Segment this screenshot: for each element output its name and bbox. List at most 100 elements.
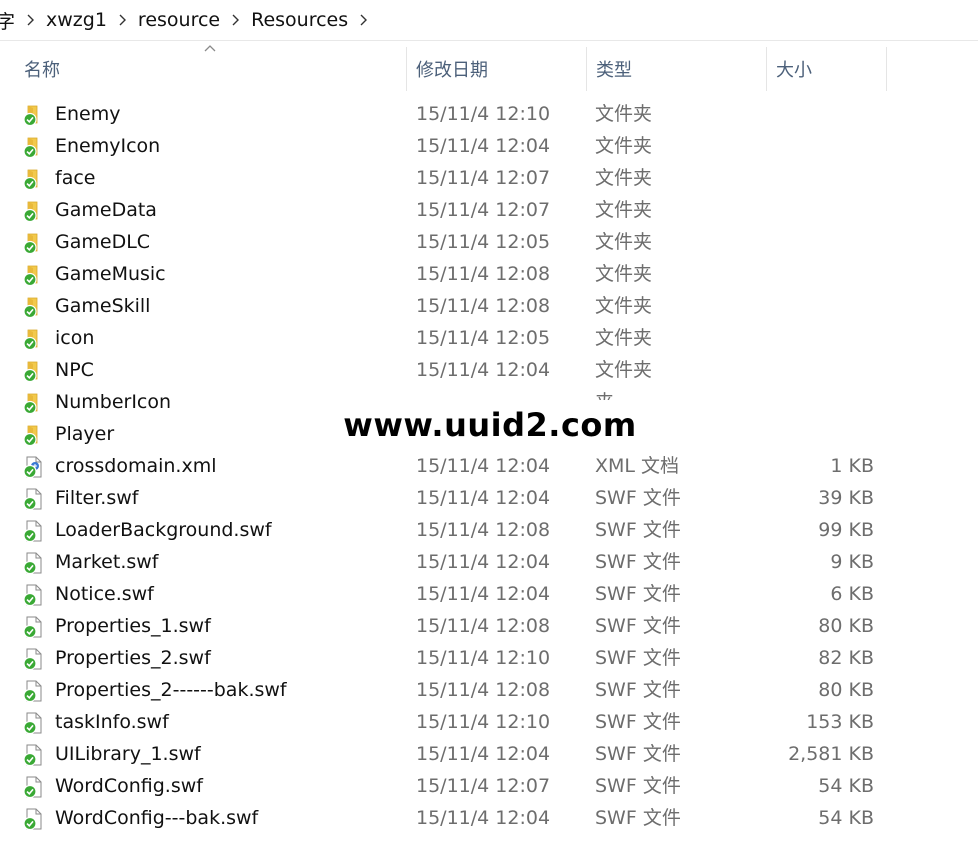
chevron-right-icon[interactable] bbox=[118, 14, 127, 26]
file-row[interactable]: EnemyIcon 15/11/4 12:04 文件夹 bbox=[0, 130, 978, 162]
file-row[interactable]: Filter.swf 15/11/4 12:04 SWF 文件 39 KB bbox=[0, 482, 978, 514]
file-date: 15/11/4 12:08 bbox=[416, 679, 551, 701]
file-row[interactable]: Properties_1.swf 15/11/4 12:08 SWF 文件 80 KB bbox=[0, 610, 978, 642]
file-name: UILibrary_1.swf bbox=[55, 743, 201, 765]
file-date: 15/11/4 12:05 bbox=[416, 231, 551, 253]
breadcrumb: 字 xwzg1 resource Resources bbox=[0, 0, 978, 41]
breadcrumb-item[interactable]: resource bbox=[136, 9, 222, 31]
folder-icon bbox=[22, 264, 44, 287]
file-name: NPC bbox=[55, 359, 94, 381]
file-date: 15/11/4 12:04 bbox=[416, 359, 551, 381]
file-type: 文件夹 bbox=[595, 295, 653, 317]
file-row[interactable]: Notice.swf 15/11/4 12:04 SWF 文件 6 KB bbox=[0, 578, 978, 610]
file-icon bbox=[22, 808, 44, 831]
file-icon bbox=[22, 520, 44, 543]
file-date: 15/11/4 12:08 bbox=[416, 615, 551, 637]
file-date: 15/11/4 12:10 bbox=[416, 711, 551, 733]
file-name: Player bbox=[55, 423, 115, 445]
file-name: Filter.swf bbox=[55, 487, 139, 509]
file-icon bbox=[22, 744, 44, 767]
file-size: 153 KB bbox=[806, 711, 874, 733]
file-name: Market.swf bbox=[55, 551, 159, 573]
file-icon bbox=[22, 488, 44, 511]
file-type: SWF 文件 bbox=[595, 551, 681, 573]
file-name: LoaderBackground.swf bbox=[55, 519, 272, 541]
file-row[interactable]: crossdomain.xml 15/11/4 12:04 XML 文档 1 KB bbox=[0, 450, 978, 482]
file-row[interactable]: Properties_2------bak.swf 15/11/4 12:08 SW… bbox=[0, 674, 978, 706]
file-date: 15/11/4 12:04 bbox=[416, 455, 551, 477]
file-name: GameDLC bbox=[55, 231, 151, 253]
file-type: SWF 文件 bbox=[595, 519, 681, 541]
xml-file-icon bbox=[22, 456, 44, 479]
file-date: 15/11/4 12:08 bbox=[416, 295, 551, 317]
file-icon bbox=[22, 712, 44, 735]
file-row[interactable]: UILibrary_1.swf 15/11/4 12:04 SWF 文件 2,581 … bbox=[0, 738, 978, 770]
column-header: 名称 修改日期 类型 大小 bbox=[0, 47, 978, 91]
file-type: SWF 文件 bbox=[595, 647, 681, 669]
chevron-right-icon[interactable] bbox=[359, 14, 368, 26]
folder-icon bbox=[22, 360, 44, 383]
file-row[interactable]: WordConfig.swf 15/11/4 12:07 SWF 文件 54 KB bbox=[0, 770, 978, 802]
file-name: GameSkill bbox=[55, 295, 151, 317]
column-header-name[interactable]: 名称 bbox=[14, 47, 406, 91]
folder-icon bbox=[22, 200, 44, 223]
file-name: icon bbox=[55, 327, 95, 349]
column-divider[interactable] bbox=[886, 47, 887, 91]
file-size: 2,581 KB bbox=[788, 743, 874, 765]
file-name: Properties_2.swf bbox=[55, 647, 211, 669]
file-type: SWF 文件 bbox=[595, 775, 681, 797]
column-header-date[interactable]: 修改日期 bbox=[406, 47, 586, 91]
file-name: Properties_1.swf bbox=[55, 615, 211, 637]
file-row[interactable]: face 15/11/4 12:07 文件夹 bbox=[0, 162, 978, 194]
file-row[interactable]: WordConfig---bak.swf 15/11/4 12:04 SWF 文件 5… bbox=[0, 802, 978, 834]
file-row[interactable]: GameDLC 15/11/4 12:05 文件夹 bbox=[0, 226, 978, 258]
folder-icon bbox=[22, 392, 44, 415]
folder-icon bbox=[22, 104, 44, 127]
file-type: SWF 文件 bbox=[595, 743, 681, 765]
folder-icon bbox=[22, 232, 44, 255]
file-row[interactable]: NPC 15/11/4 12:04 文件夹 bbox=[0, 354, 978, 386]
file-name: GameMusic bbox=[55, 263, 166, 285]
column-header-size[interactable]: 大小 bbox=[766, 47, 886, 91]
file-size: 54 KB bbox=[818, 807, 874, 829]
file-row[interactable]: LoaderBackground.swf 15/11/4 12:08 SWF 文件 9… bbox=[0, 514, 978, 546]
file-icon bbox=[22, 552, 44, 575]
file-row[interactable]: Properties_2.swf 15/11/4 12:10 SWF 文件 82 KB bbox=[0, 642, 978, 674]
file-date: 15/11/4 12:07 bbox=[416, 167, 551, 189]
file-row[interactable]: Market.swf 15/11/4 12:04 SWF 文件 9 KB bbox=[0, 546, 978, 578]
folder-icon bbox=[22, 424, 44, 447]
breadcrumb-item[interactable]: xwzg1 bbox=[44, 9, 109, 31]
folder-icon bbox=[22, 168, 44, 191]
file-icon bbox=[22, 776, 44, 799]
chevron-right-icon[interactable] bbox=[231, 14, 240, 26]
file-name: EnemyIcon bbox=[55, 135, 161, 157]
file-date: 15/11/4 12:04 bbox=[416, 135, 551, 157]
file-name: crossdomain.xml bbox=[55, 455, 217, 477]
file-date: 15/11/4 12:04 bbox=[416, 583, 551, 605]
file-size: 99 KB bbox=[818, 519, 874, 541]
file-row[interactable]: GameSkill 15/11/4 12:08 文件夹 bbox=[0, 290, 978, 322]
folder-icon bbox=[22, 136, 44, 159]
file-name: GameData bbox=[55, 199, 157, 221]
file-date: 15/11/4 12:10 bbox=[416, 103, 551, 125]
file-row[interactable]: taskInfo.swf 15/11/4 12:10 SWF 文件 153 KB bbox=[0, 706, 978, 738]
file-name: Notice.swf bbox=[55, 583, 154, 605]
file-type: 文件夹 bbox=[595, 359, 653, 381]
file-name: Enemy bbox=[55, 103, 121, 125]
file-list: Enemy 15/11/4 12:10 文件夹 EnemyIcon 15/11/4 12… bbox=[0, 98, 978, 834]
column-header-type[interactable]: 类型 bbox=[586, 47, 766, 91]
file-name: WordConfig---bak.swf bbox=[55, 807, 259, 829]
file-date: 15/11/4 12:07 bbox=[416, 775, 551, 797]
file-row[interactable]: icon 15/11/4 12:05 文件夹 bbox=[0, 322, 978, 354]
breadcrumb-item[interactable]: Resources bbox=[249, 9, 350, 31]
file-date: 15/11/4 12:10 bbox=[416, 647, 551, 669]
file-type: SWF 文件 bbox=[595, 583, 681, 605]
file-type: SWF 文件 bbox=[595, 615, 681, 637]
file-row[interactable]: GameMusic 15/11/4 12:08 文件夹 bbox=[0, 258, 978, 290]
file-explorer-window: 字 xwzg1 resource Resources 名称 修改日期 类型 大小… bbox=[0, 0, 978, 846]
file-type: 文件夹 bbox=[595, 231, 653, 253]
breadcrumb-item[interactable]: 字 bbox=[0, 7, 17, 34]
chevron-right-icon[interactable] bbox=[26, 14, 35, 26]
file-row[interactable]: GameData 15/11/4 12:07 文件夹 bbox=[0, 194, 978, 226]
file-row[interactable]: Enemy 15/11/4 12:10 文件夹 bbox=[0, 98, 978, 130]
